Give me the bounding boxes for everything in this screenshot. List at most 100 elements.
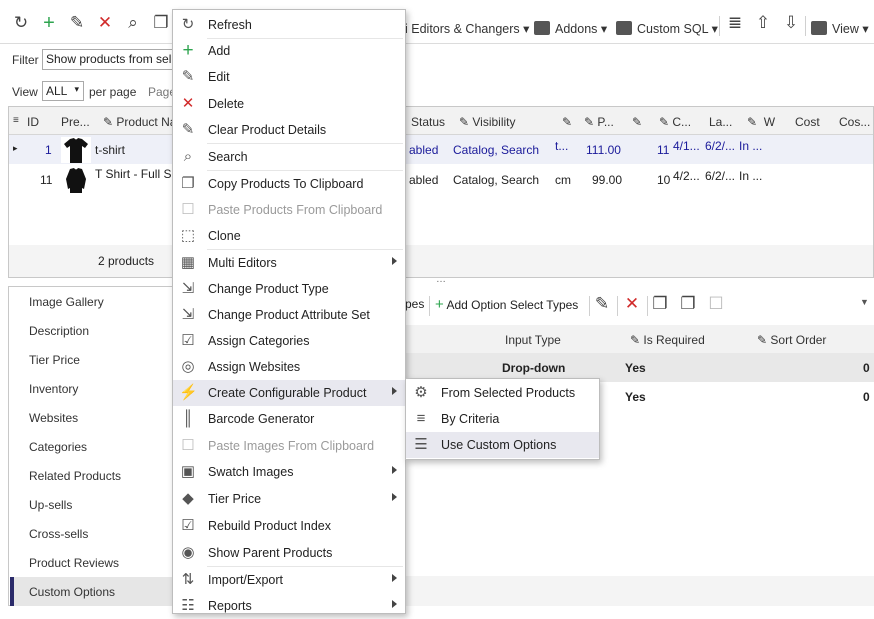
copy-icon[interactable]: ❐ [679,295,697,313]
menu-item-add[interactable]: + Add [173,38,405,64]
search-icon: ⌕ [183,148,193,165]
folder-copy-icon[interactable]: ❐ [651,295,669,313]
header-preview[interactable]: Pre... [61,115,90,129]
menu-item-clone[interactable]: ⬚ Clone [173,223,405,249]
sidebar-item-tier-price[interactable]: Tier Price [29,353,80,367]
header-la[interactable]: La... [709,115,732,129]
header-cost[interactable]: Cost [795,115,820,129]
row-indicator-icon: ▸ [13,143,18,153]
toolbar-separator [805,16,806,36]
header-w[interactable]: ✎ W [747,115,775,129]
header-product-name[interactable]: ✎ Product Na [103,115,176,129]
view-menu[interactable]: View ▾ [811,21,869,36]
header-input-type[interactable]: Input Type [505,333,561,347]
add-option-select-types-button[interactable]: + Add Option Select Types [435,296,578,313]
menu-item-import-export[interactable]: ⇅ Import/Export [173,567,405,593]
pencil-icon[interactable]: ✎ [593,295,611,313]
view-select[interactable]: ALL ▾ [42,81,84,101]
menu-item-paste-images: ☐ Paste Images From Clipboard [173,433,405,459]
menu-item-rebuild-index[interactable]: ☑ Rebuild Product Index [173,513,405,539]
search-icon[interactable]: ⌕ [124,14,142,32]
menu-item-change-product-type[interactable]: ⇲ Change Product Type [173,276,405,302]
refresh-icon[interactable]: ↻ [12,14,30,32]
sidebar-item-inventory[interactable]: Inventory [29,382,78,396]
filter-input[interactable]: Show products from sel [42,49,174,70]
menu-item-barcode-generator[interactable]: ║ Barcode Generator [173,406,405,432]
delete-icon[interactable]: ✕ [96,14,114,32]
menu-item-create-configurable-product[interactable]: ⚡ Create Configurable Product [173,380,405,406]
sort-az-icon[interactable]: ≣ [726,14,744,32]
menu-item-delete[interactable]: ✕ Delete [173,91,405,117]
product-count: 2 products [98,254,155,268]
custom-options-icon: ☰ [414,436,428,453]
column-menu-icon[interactable]: ≡ [13,115,19,126]
menu-item-clear-product-details[interactable]: ✎ Clear Product Details [173,117,405,143]
menu-item-tier-price[interactable]: ◆ Tier Price [173,486,405,512]
sidebar-item-up-sells[interactable]: Up-sells [29,498,72,512]
sidebar-item-related-products[interactable]: Related Products [29,469,121,483]
menu-item-show-parent-products[interactable]: ◉ Show Parent Products [173,540,405,566]
header-cos[interactable]: Cos... [839,115,870,129]
copy-icon[interactable]: ❐ [152,14,170,32]
cell-unit: cm [555,173,571,187]
menu-item-copy-products[interactable]: ❐ Copy Products To Clipboard [173,171,405,197]
header-is-required[interactable]: ✎ Is Required [630,333,705,347]
editors-changers-menu[interactable]: i Editors & Changers ▾ [405,21,529,36]
table-row[interactable]: 11 T Shirt - Full Sle abled Catalog, Sea… [9,165,873,194]
menu-item-assign-websites[interactable]: ◎ Assign Websites [173,354,405,380]
delete-icon[interactable]: ✕ [623,295,641,313]
cell-in: In ... [739,169,763,183]
menu-item-refresh[interactable]: ↻ Refresh [173,12,405,38]
table-row[interactable]: ▸ 1 t-shirt abled Catalog, Search t... 1… [9,135,873,164]
header-status[interactable]: Status [411,115,445,129]
import-export-icon: ⇅ [181,571,195,588]
menu-item-search[interactable]: ⌕ Search [173,144,405,170]
chevron-down-icon[interactable]: ▼ [860,297,869,307]
option-types-button-tail[interactable]: pes [405,297,424,311]
sort-up-icon[interactable]: ⇧ [754,14,772,32]
menu-item-paste-products: ☐ Paste Products From Clipboard [173,197,405,223]
addons-menu[interactable]: Addons ▾ [534,21,607,36]
menu-item-change-attribute-set[interactable]: ⇲ Change Product Attribute Set [173,302,405,328]
product-thumbnail [61,137,91,163]
submenu-item-by-criteria[interactable]: ≡ By Criteria [406,406,599,432]
product-thumbnail [61,167,91,193]
puzzle-icon [534,21,550,35]
header-price[interactable]: ✎ P... [584,115,614,129]
header-id[interactable]: ID [27,115,39,129]
header-c[interactable]: ✎ C... [659,115,691,129]
cell-date1: 4/1... [673,139,700,153]
cell-is-required: Yes [625,361,646,375]
paste-icon: ☐ [708,294,724,313]
custom-sql-menu[interactable]: Custom SQL ▾ [616,21,718,36]
submenu-item-from-selected[interactable]: ⚙ From Selected Products [406,380,599,406]
cell-id: 11 [40,173,53,187]
menu-item-assign-categories[interactable]: ☑ Assign Categories [173,328,405,354]
sidebar-item-description[interactable]: Description [29,324,89,338]
add-icon[interactable]: + [40,13,58,33]
from-selected-icon: ⚙ [414,384,428,401]
menu-item-edit[interactable]: ✎ Edit [173,64,405,90]
sidebar-item-categories[interactable]: Categories [29,440,87,454]
menu-item-reports[interactable]: ☷ Reports [173,593,405,619]
sidebar-item-custom-options[interactable]: Custom Options [29,585,115,599]
header-visibility[interactable]: ✎ Visibility [459,115,516,129]
sort-down-icon[interactable]: ⇩ [782,14,800,32]
cell-is-required: Yes [625,390,646,404]
menu-item-multi-editors[interactable]: ▦ Multi Editors [173,250,405,276]
options-grid-header: Input Type ✎ Is Required ✎ Sort Order [405,325,874,353]
clone-icon: ⬚ [180,227,196,244]
menu-item-swatch-images[interactable]: ▣ Swatch Images [173,459,405,485]
sidebar-item-websites[interactable]: Websites [29,411,78,425]
sidebar-item-cross-sells[interactable]: Cross-sells [29,527,88,541]
sidebar-item-product-reviews[interactable]: Product Reviews [29,556,119,570]
splitter-handle[interactable]: … [436,274,446,285]
criteria-icon: ≡ [416,410,426,427]
eraser-icon: ✎ [181,121,195,138]
pencil-icon[interactable]: ✎ [68,14,86,32]
header-sort-order[interactable]: ✎ Sort Order [757,333,826,347]
sidebar-item-image-gallery[interactable]: Image Gallery [29,295,104,309]
cell-date2: 6/2/... [705,169,736,183]
submenu-item-use-custom-options[interactable]: ☰ Use Custom Options [406,432,599,458]
filter-label: Filter [12,53,39,67]
